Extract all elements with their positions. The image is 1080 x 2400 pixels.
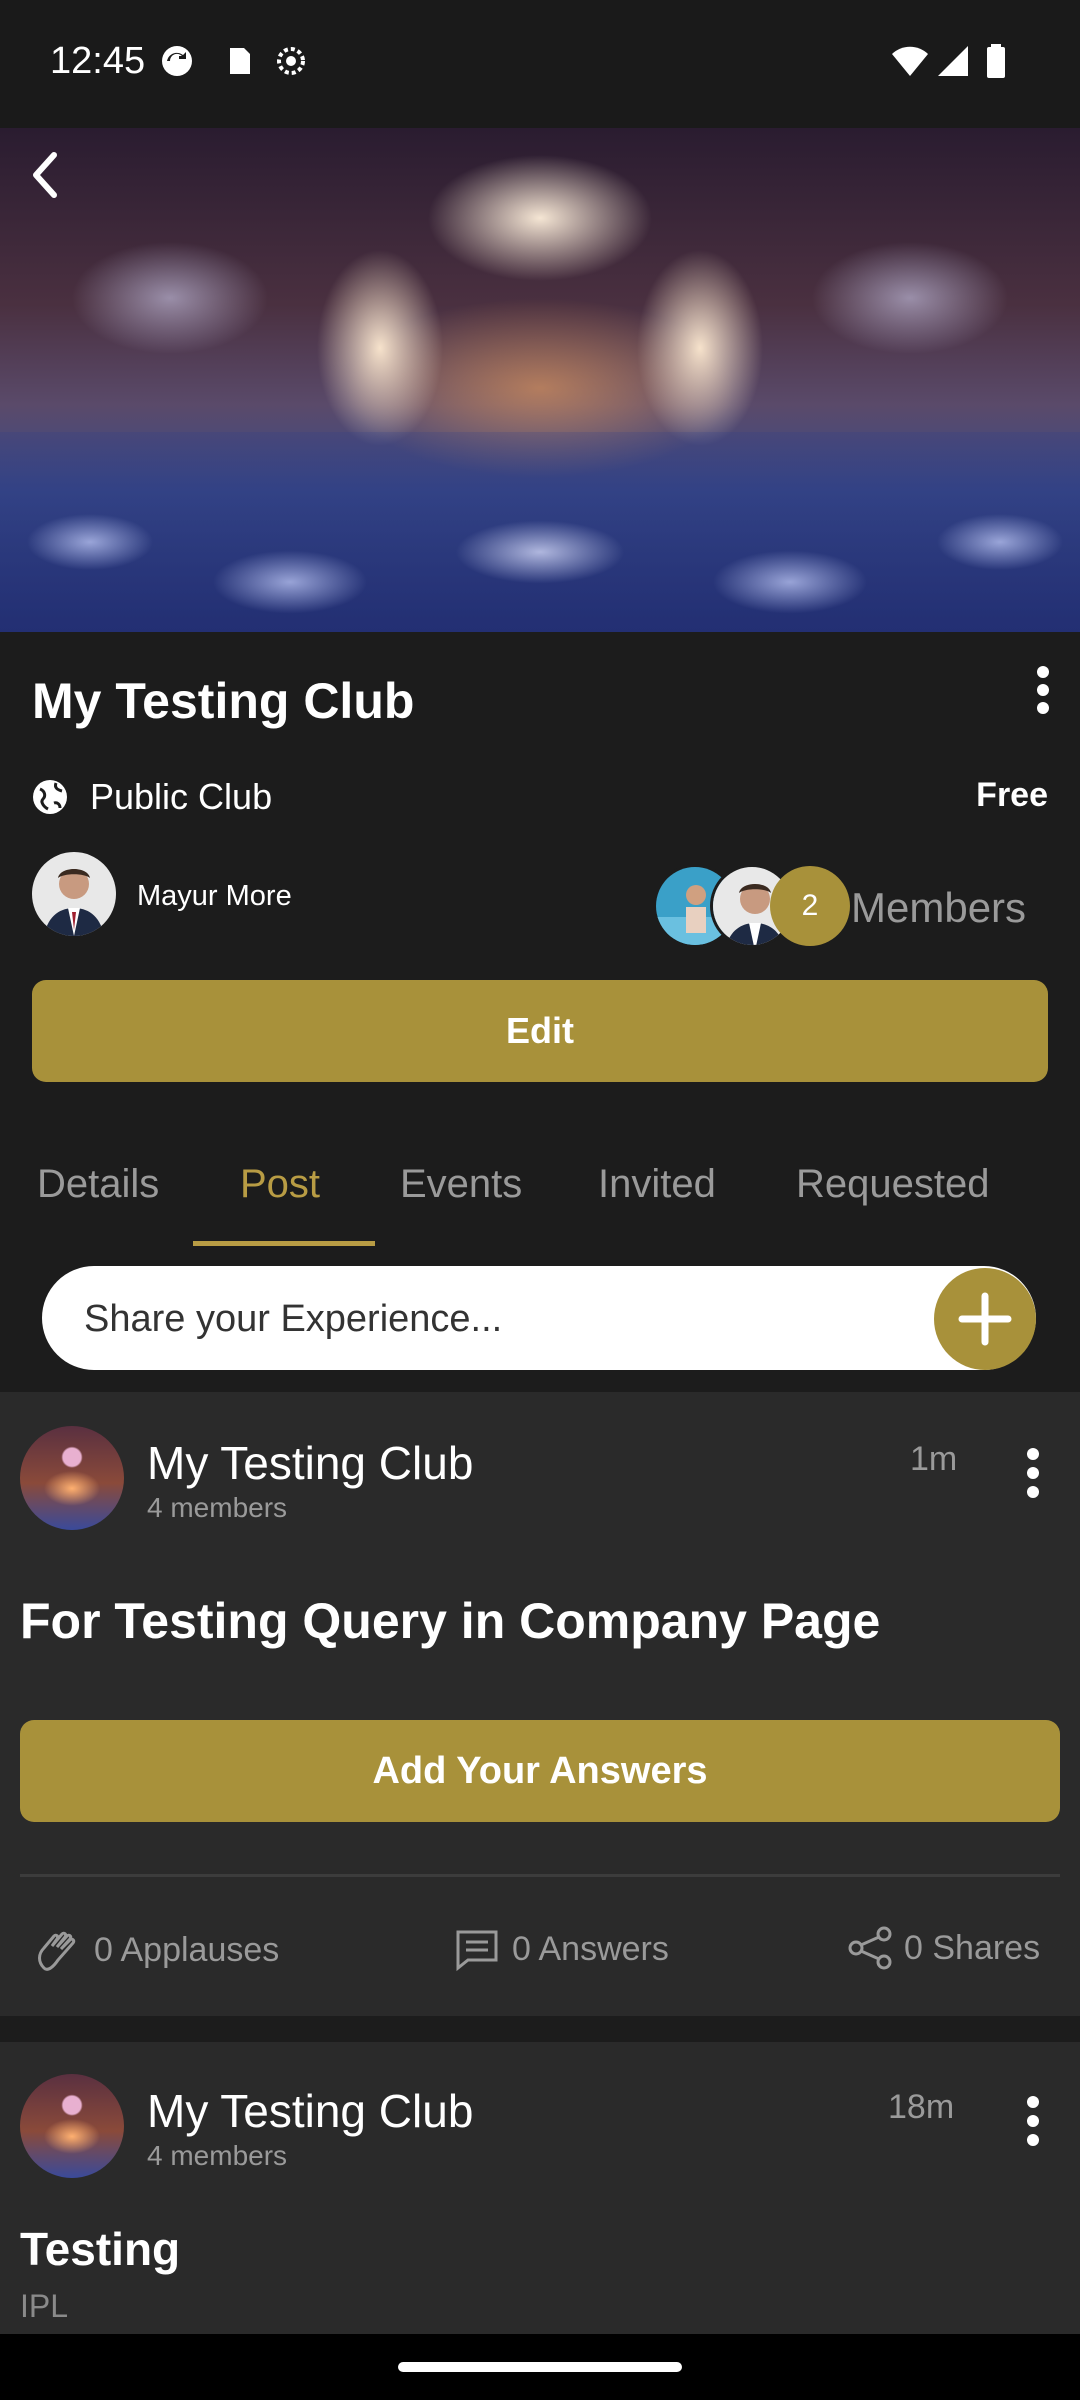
club-visibility-label: Public Club <box>90 776 273 817</box>
post-author-subtitle: 4 members <box>147 2140 288 2171</box>
sd-card-icon <box>230 48 250 74</box>
post-question: For Testing Query in Company Page <box>20 1593 881 1649</box>
post-more-options-icon[interactable] <box>1008 1444 1058 1504</box>
owner-avatar-image <box>32 852 116 936</box>
wifi-icon <box>892 46 928 76</box>
system-nav-bar <box>0 2334 1080 2400</box>
add-post-button[interactable] <box>934 1268 1036 1370</box>
owner-avatar[interactable] <box>32 852 116 936</box>
status-bar: 12:45 <box>0 0 1080 128</box>
post-question: Testing <box>20 2223 181 2275</box>
battery-icon <box>987 44 1005 78</box>
post-card: My Testing Club 4 members 1m For Testing… <box>0 1392 1080 2016</box>
post-author-avatar[interactable] <box>20 2074 124 2178</box>
sync-icon <box>162 46 192 76</box>
owner-name[interactable]: Mayur More <box>137 880 292 913</box>
club-cover-image <box>0 128 1080 632</box>
home-gesture-handle[interactable] <box>398 2362 682 2372</box>
answers-action[interactable]: 0 Answers <box>452 1924 669 1974</box>
tab-invited[interactable]: Invited <box>598 1162 716 1207</box>
tab-events[interactable]: Events <box>400 1162 522 1207</box>
share-bar: Share your Experience... <box>0 1246 1080 1392</box>
club-more-options-icon[interactable] <box>1018 660 1068 720</box>
status-time: 12:45 <box>50 40 146 82</box>
club-tabs: Details Post Events Invited Requested <box>0 1110 1080 1246</box>
post-divider <box>20 1874 1060 1877</box>
post-more-options-icon[interactable] <box>1008 2092 1058 2152</box>
cover-tables-decor <box>0 432 1080 632</box>
globe-icon <box>33 780 67 814</box>
post-body: IPL <box>20 2288 69 2324</box>
post-time: 1m <box>910 1440 958 1478</box>
plus-icon <box>958 1292 1012 1346</box>
edit-club-button[interactable]: Edit <box>32 980 1048 1082</box>
applause-action[interactable]: 0 Applauses <box>32 1924 279 1976</box>
post-author-name[interactable]: My Testing Club <box>147 1436 473 1490</box>
signal-icon <box>938 46 968 76</box>
member-count-badge[interactable]: 2 <box>770 866 850 946</box>
post-time: 18m <box>888 2088 955 2126</box>
add-answers-button[interactable]: Add Your Answers <box>20 1720 1060 1822</box>
post-card: My Testing Club 4 members 18m Testing IP… <box>0 2042 1080 2334</box>
post-author-subtitle: 4 members <box>147 1492 288 1523</box>
back-arrow-icon[interactable] <box>14 145 74 205</box>
applause-icon <box>38 1931 76 1971</box>
tab-requested[interactable]: Requested <box>796 1162 989 1207</box>
settings-status-icon <box>277 47 305 75</box>
tab-post[interactable]: Post <box>240 1162 320 1207</box>
post-author-name[interactable]: My Testing Club <box>147 2084 473 2138</box>
post-author-avatar[interactable] <box>20 1426 124 1530</box>
club-visibility: Public Club <box>30 772 272 822</box>
share-experience-input[interactable]: Share your Experience... <box>42 1266 1036 1370</box>
share-icon <box>848 1926 892 1970</box>
comment-icon <box>456 1930 498 1972</box>
applause-count: 0 Applauses <box>94 1930 280 1969</box>
club-price-label: Free <box>976 776 1048 814</box>
share-action[interactable]: 0 Shares <box>846 1924 1040 1972</box>
tab-details[interactable]: Details <box>37 1162 159 1207</box>
club-title: My Testing Club <box>32 673 415 729</box>
answers-count: 0 Answers <box>512 1929 669 1968</box>
share-placeholder: Share your Experience... <box>84 1298 503 1340</box>
members-label[interactable]: Members <box>851 884 1026 932</box>
shares-count: 0 Shares <box>904 1928 1041 1967</box>
